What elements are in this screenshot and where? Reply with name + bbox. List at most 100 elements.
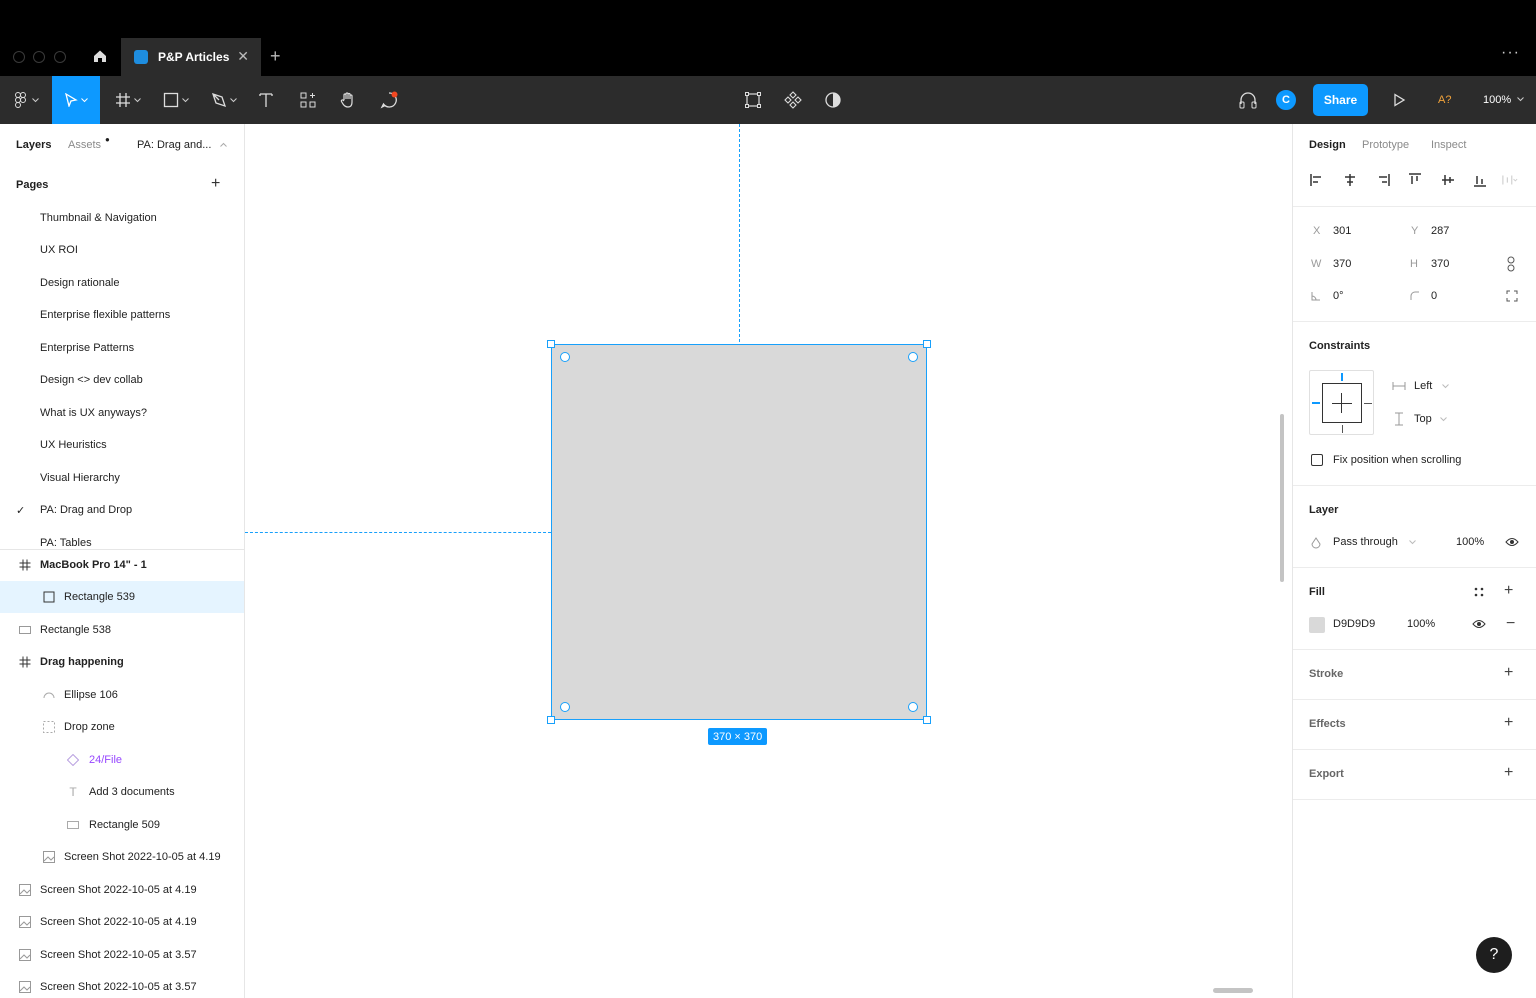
layer-row[interactable]: Screen Shot 2022-10-05 at 4.19 bbox=[0, 874, 244, 906]
add-fill-button[interactable]: + bbox=[1504, 582, 1513, 600]
zoom-level[interactable]: 100% bbox=[1483, 94, 1511, 106]
resources-tool[interactable] bbox=[292, 76, 324, 124]
corner-radius-handle[interactable] bbox=[908, 352, 918, 362]
resize-handle-top-left[interactable] bbox=[547, 340, 555, 348]
y-input[interactable]: 287 bbox=[1431, 225, 1449, 237]
close-tab-icon[interactable]: ✕ bbox=[237, 48, 249, 65]
width-input[interactable]: 370 bbox=[1333, 258, 1351, 270]
hand-tool[interactable] bbox=[332, 76, 364, 124]
eye-icon[interactable] bbox=[1472, 619, 1486, 629]
constraint-top-active[interactable] bbox=[1341, 373, 1343, 381]
layer-opacity-input[interactable]: 100% bbox=[1456, 536, 1484, 548]
layer-row[interactable]: Screen Shot 2022-10-05 at 4.19 bbox=[0, 841, 244, 873]
page-item[interactable]: UX Heuristics bbox=[40, 439, 107, 451]
horizontal-scrollbar[interactable] bbox=[1213, 988, 1253, 993]
move-tool[interactable] bbox=[52, 76, 100, 124]
page-item[interactable]: Design rationale bbox=[40, 277, 120, 289]
tab-prototype[interactable]: Prototype bbox=[1362, 139, 1409, 151]
add-effect-button[interactable]: + bbox=[1504, 714, 1513, 732]
canvas[interactable]: 370 × 370 bbox=[245, 124, 1292, 998]
corner-radius-handle[interactable] bbox=[908, 702, 918, 712]
chevron-down-icon[interactable] bbox=[1517, 97, 1524, 102]
minimize-window-button[interactable] bbox=[33, 51, 45, 63]
layer-row[interactable]: Drop zone bbox=[0, 711, 244, 743]
page-item[interactable]: What is UX anyways? bbox=[40, 407, 147, 419]
shape-tool[interactable] bbox=[156, 76, 196, 124]
constrain-proportions-icon[interactable] bbox=[1506, 256, 1516, 272]
tab-layers[interactable]: Layers bbox=[16, 139, 51, 151]
layer-row[interactable]: Rectangle 509 bbox=[0, 809, 244, 841]
align-horizontal-center-icon[interactable] bbox=[1342, 172, 1358, 188]
align-vertical-center-icon[interactable] bbox=[1440, 172, 1456, 188]
constraints-widget[interactable] bbox=[1309, 370, 1374, 435]
font-warning-indicator[interactable]: A? bbox=[1438, 94, 1451, 106]
create-component-tool[interactable] bbox=[740, 76, 766, 124]
tab-design[interactable]: Design bbox=[1309, 139, 1346, 151]
fix-position-checkbox[interactable] bbox=[1311, 454, 1323, 466]
page-item[interactable]: Enterprise Patterns bbox=[40, 342, 134, 354]
tab-assets[interactable]: Assets bbox=[68, 139, 101, 151]
distribute-icon[interactable] bbox=[1502, 172, 1518, 188]
layer-row[interactable]: Screen Shot 2022-10-05 at 3.57 bbox=[0, 971, 244, 998]
corner-radius-handle[interactable] bbox=[560, 352, 570, 362]
layer-row[interactable]: Ellipse 106 bbox=[0, 679, 244, 711]
independent-corners-icon[interactable] bbox=[1506, 290, 1518, 302]
page-item[interactable]: PA: Tables bbox=[40, 537, 92, 549]
rotation-input[interactable]: 0° bbox=[1333, 290, 1344, 302]
selected-rectangle[interactable] bbox=[547, 340, 931, 724]
layer-row[interactable]: Screen Shot 2022-10-05 at 4.19 bbox=[0, 906, 244, 938]
home-icon[interactable] bbox=[88, 44, 112, 68]
frame-tool[interactable] bbox=[108, 76, 148, 124]
align-bottom-icon[interactable] bbox=[1472, 172, 1488, 188]
fill-color-swatch[interactable] bbox=[1309, 617, 1325, 633]
align-right-icon[interactable] bbox=[1375, 172, 1391, 188]
vertical-constraint-select[interactable]: Top bbox=[1414, 413, 1432, 425]
chevron-up-icon[interactable] bbox=[220, 142, 227, 147]
maximize-window-button[interactable] bbox=[54, 51, 66, 63]
more-options-icon[interactable]: ··· bbox=[1501, 44, 1520, 62]
layer-row[interactable]: Rectangle 538 bbox=[0, 614, 244, 646]
constraint-bottom[interactable] bbox=[1342, 425, 1343, 433]
blend-mode-select[interactable]: Pass through bbox=[1333, 536, 1398, 548]
horizontal-constraint-select[interactable]: Left bbox=[1414, 380, 1432, 392]
corner-radius-input[interactable]: 0 bbox=[1431, 290, 1437, 302]
constraint-right[interactable] bbox=[1364, 403, 1372, 404]
new-tab-button[interactable]: + bbox=[270, 46, 281, 67]
text-tool[interactable] bbox=[252, 76, 280, 124]
layer-row[interactable]: T Add 3 documents bbox=[0, 776, 244, 808]
resize-handle-bottom-left[interactable] bbox=[547, 716, 555, 724]
page-item[interactable]: Thumbnail & Navigation bbox=[40, 212, 157, 224]
help-button[interactable]: ? bbox=[1476, 937, 1512, 973]
page-item[interactable]: UX ROI bbox=[40, 244, 78, 256]
layer-row[interactable]: 24/File bbox=[0, 744, 244, 776]
resize-handle-top-right[interactable] bbox=[923, 340, 931, 348]
layer-row-selected[interactable]: Rectangle 539 bbox=[0, 581, 244, 613]
style-grid-icon[interactable] bbox=[1474, 587, 1484, 597]
main-menu-button[interactable] bbox=[8, 76, 44, 124]
add-page-button[interactable]: + bbox=[211, 175, 220, 193]
user-avatar[interactable]: C bbox=[1274, 88, 1298, 112]
mask-tool[interactable] bbox=[820, 76, 846, 124]
page-item[interactable]: Visual Hierarchy bbox=[40, 472, 120, 484]
comment-tool[interactable] bbox=[372, 76, 406, 124]
component-tool[interactable] bbox=[780, 76, 806, 124]
x-input[interactable]: 301 bbox=[1333, 225, 1351, 237]
page-item[interactable]: Design <> dev collab bbox=[40, 374, 143, 386]
remove-fill-button[interactable]: − bbox=[1506, 615, 1515, 633]
vertical-scrollbar[interactable] bbox=[1280, 414, 1284, 582]
tab-inspect[interactable]: Inspect bbox=[1431, 139, 1466, 151]
fill-hex-input[interactable]: D9D9D9 bbox=[1333, 618, 1375, 630]
file-tab[interactable]: P&P Articles ✕ bbox=[121, 38, 261, 76]
page-item-current[interactable]: PA: Drag and Drop bbox=[40, 504, 132, 516]
add-stroke-button[interactable]: + bbox=[1504, 664, 1513, 682]
fill-opacity-input[interactable]: 100% bbox=[1407, 618, 1435, 630]
align-top-icon[interactable] bbox=[1407, 172, 1423, 188]
corner-radius-handle[interactable] bbox=[560, 702, 570, 712]
page-selector[interactable]: PA: Drag and... bbox=[137, 139, 211, 151]
close-window-button[interactable] bbox=[13, 51, 25, 63]
present-button[interactable] bbox=[1386, 76, 1412, 124]
constraint-left-active[interactable] bbox=[1312, 402, 1320, 404]
align-left-icon[interactable] bbox=[1309, 172, 1325, 188]
share-button[interactable]: Share bbox=[1313, 84, 1368, 116]
add-export-button[interactable]: + bbox=[1504, 764, 1513, 782]
